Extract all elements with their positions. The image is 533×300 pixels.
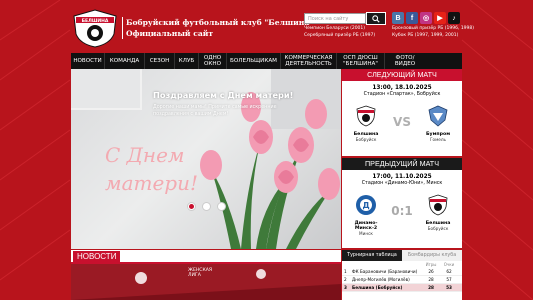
slider-dot[interactable] — [217, 202, 226, 211]
achievements-right: Бронзовый призёр РБ (1996, 1998) Кубок Р… — [392, 25, 474, 39]
achievements-left: Чемпион Беларуси (2001) Серебряный призё… — [304, 25, 375, 39]
team-city: Бобруйск — [355, 137, 377, 142]
achievement-item: Кубок РБ (1997, 1999, 2001) — [392, 33, 459, 38]
news-heading[interactable]: НОВОСТИ — [73, 251, 121, 262]
nav-item-commercial[interactable]: КОММЕРЧЕСКАЯ ДЕЯТЕЛЬНОСТЬ — [281, 53, 337, 69]
site-title: Бобруйский футбольный клуб "Белшина" Офи… — [122, 17, 314, 39]
slider-dot[interactable] — [202, 202, 211, 211]
achievement-item: Бронзовый призёр РБ (1996, 1998) — [392, 26, 475, 31]
nav-item-news[interactable]: НОВОСТИ — [71, 53, 105, 69]
slider-dot[interactable] — [187, 202, 196, 211]
away-team[interactable]: Белшина Бобруйск — [418, 194, 458, 231]
nav-item-media[interactable]: ФОТО/ВИДЕО — [385, 53, 425, 69]
womens-league-label: ЖЕНСКАЯ ЛИГА — [188, 268, 212, 278]
liga-line2: ЛИГА — [188, 273, 201, 278]
team-name: Динамо-Минск-2 — [354, 221, 378, 231]
match-datetime: 17:00, 11.10.2025 — [372, 174, 432, 180]
table-header: Игры Очки — [342, 261, 462, 268]
achievement-item: Серебряный призёр РБ (1997) — [304, 33, 376, 38]
banner-greeting: С Днем матери! — [105, 141, 198, 197]
col-games: Игры — [425, 262, 437, 267]
home-team[interactable]: Белшина Бобруйск — [346, 105, 386, 142]
next-match-heading: СЛЕДУЮЩИЙ МАТЧ — [342, 69, 462, 81]
hero-banner[interactable]: Поздравляем с Днем матери! Дорогие наши … — [71, 69, 341, 249]
nav-item-fans[interactable]: БОЛЕЛЬЩИКАМ — [227, 53, 281, 69]
search-button[interactable] — [366, 12, 386, 25]
tab-scorers[interactable]: Бомбардиры клуба — [402, 250, 462, 261]
dinamo-crest: Д — [356, 195, 376, 215]
home-team[interactable]: Д Динамо-Минск-2 Минск — [346, 194, 386, 236]
vk-icon[interactable]: В — [392, 12, 404, 24]
match-score: 0:1 — [391, 204, 413, 218]
match-datetime: 13:00, 18.10.2025 — [372, 85, 432, 91]
team-city: Гомель — [430, 137, 446, 142]
nav-item-one-window[interactable]: ОДНО ОКНО — [199, 53, 227, 69]
svg-text:Д: Д — [362, 201, 369, 210]
social-links: В f ◎ ▶ ♪ — [392, 12, 460, 24]
belshina-crest — [356, 105, 376, 127]
table-row[interactable]: 2 Днепр-Могилёв (Могилёв) 28 57 — [342, 276, 462, 284]
team-city: Минск — [359, 231, 373, 236]
tab-standings[interactable]: Турнирная таблица — [342, 250, 402, 261]
slider-dots — [187, 202, 226, 211]
main-nav: НОВОСТИ КОМАНДА СЕЗОН КЛУБ ОДНО ОКНО БОЛ… — [71, 53, 462, 69]
title-line1: Бобруйский футбольный клуб "Белшина" — [126, 18, 314, 27]
youtube-icon[interactable]: ▶ — [434, 12, 446, 24]
club-logo[interactable]: БЕЛШИНА — [70, 8, 120, 48]
standings-widget: Турнирная таблица Бомбардиры клуба Игры … — [342, 250, 462, 300]
away-team[interactable]: Бумпром Гомель — [418, 105, 458, 142]
logo-text: БЕЛШИНА — [82, 18, 109, 24]
table-row[interactable]: 1 ФК Барановичи (Барановичи) 26 62 — [342, 268, 462, 276]
col-points: Очки — [443, 262, 455, 267]
instagram-icon[interactable]: ◎ — [420, 12, 432, 24]
next-match-panel: СЛЕДУЮЩИЙ МАТЧ 13:00, 18.10.2025 Стадион… — [342, 69, 462, 156]
match-venue: Стадион «Спартак», Бобруйск — [363, 92, 441, 97]
banner-text: Дорогие наши мамы! Примите самые искренн… — [153, 105, 277, 117]
nav-item-team[interactable]: КОМАНДА — [105, 53, 145, 69]
team-city: Бобруйск — [427, 226, 449, 231]
banner-title: Поздравляем с Днем матери! — [153, 90, 294, 100]
title-line2: Официальный сайт — [126, 29, 214, 38]
nav-item-school[interactable]: ОСП ДЮСШ "БЕЛШИНА" — [337, 53, 385, 69]
prev-match-panel: ПРЕДЫДУЩИЙ МАТЧ 17:00, 11.10.2025 Стадио… — [342, 158, 462, 248]
greeting-line1: С Днем — [105, 143, 185, 167]
belshina-crest — [428, 194, 448, 216]
nav-item-season[interactable]: СЕЗОН — [145, 53, 175, 69]
prev-match-heading: ПРЕДЫДУЩИЙ МАТЧ — [342, 158, 462, 170]
nav-item-club[interactable]: КЛУБ — [175, 53, 199, 69]
bumprom-crest — [428, 105, 448, 127]
search-icon — [372, 14, 380, 23]
facebook-icon[interactable]: f — [406, 12, 418, 24]
achievement-item: Чемпион Беларуси (2001) — [304, 26, 366, 31]
table-row[interactable]: 3 Белшина (Бобруйск) 28 53 — [342, 284, 462, 292]
greeting-line2: матери! — [105, 171, 199, 195]
tiktok-icon[interactable]: ♪ — [448, 12, 460, 24]
search-input[interactable]: Поиск на сайту — [304, 13, 366, 24]
match-venue: Стадион «Динамо-Юни», Минск — [361, 181, 443, 186]
match-vs: VS — [393, 115, 411, 129]
